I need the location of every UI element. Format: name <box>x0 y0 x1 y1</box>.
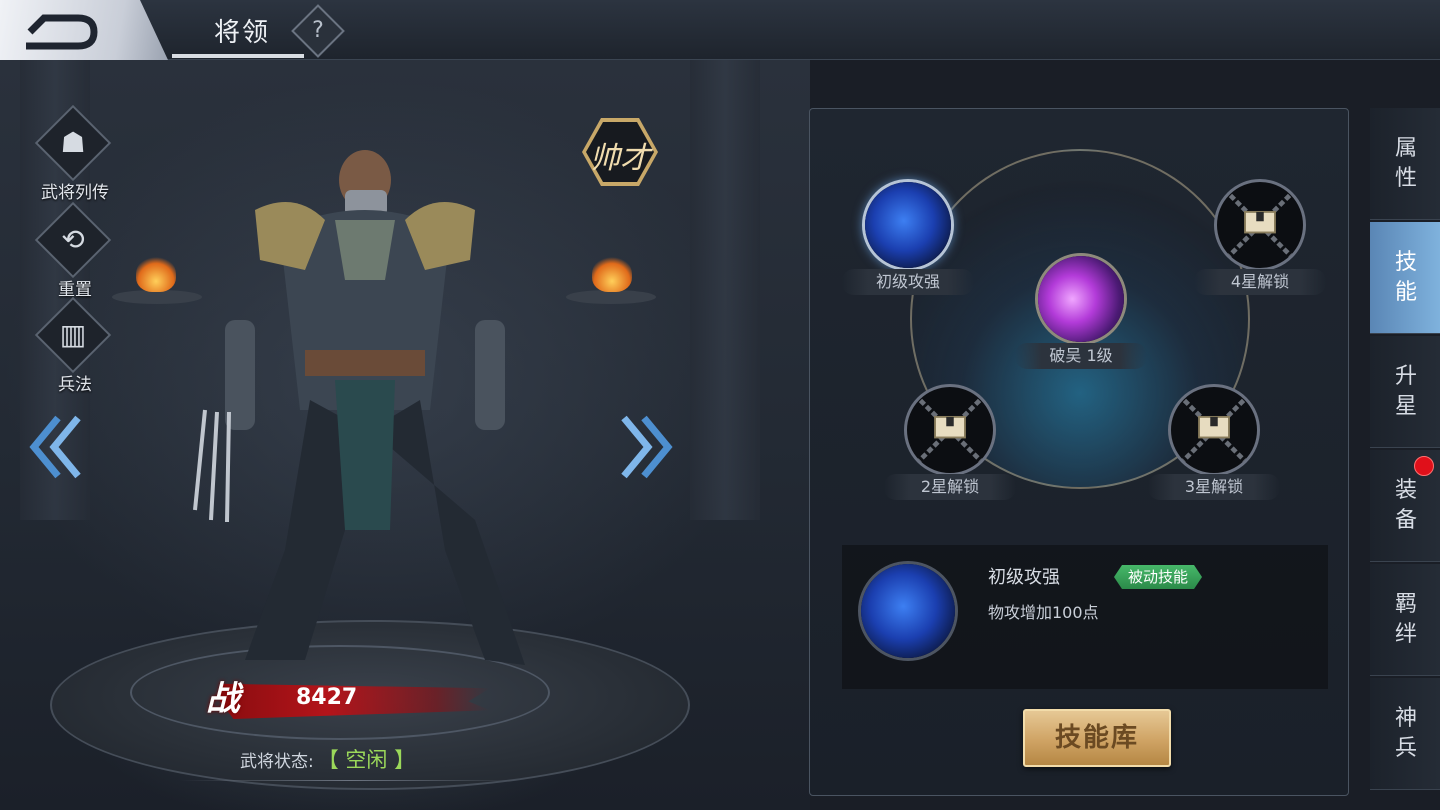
notification-dot <box>1414 456 1434 476</box>
double-chevron-left-icon <box>29 415 81 479</box>
skill-slot-locked-2star[interactable]: 2星解锁 <box>884 384 1016 514</box>
combat-power-value: 8427 <box>296 685 358 710</box>
skill-slot-main[interactable]: 破吴 1级 <box>1015 253 1147 383</box>
back-arrow-icon <box>26 14 98 50</box>
fist-skill-icon <box>865 182 951 268</box>
tab-attributes[interactable]: 属性 <box>1370 108 1440 220</box>
hero-biography-label: 武将列传 <box>41 183 109 203</box>
talent-badge[interactable]: 帅才 <box>582 118 658 186</box>
tab-label: 属性 <box>1394 136 1417 191</box>
background-pillar <box>690 60 760 520</box>
skill-name: 破吴 1级 <box>1015 343 1147 369</box>
back-button[interactable] <box>0 0 168 60</box>
tab-skills[interactable]: 技能 <box>1370 222 1440 334</box>
question-icon: ? <box>312 18 324 43</box>
double-chevron-right-icon <box>621 415 673 479</box>
skill-slot-locked-4star[interactable]: 4星解锁 <box>1194 179 1326 309</box>
hero-status-label: 武将状态: <box>240 752 314 772</box>
skill-detail-description: 物攻增加100点 <box>988 603 1099 622</box>
skill-detail-title: 初级攻强 <box>988 567 1060 588</box>
skill-name: 4星解锁 <box>1194 269 1326 295</box>
brazier-flame <box>136 256 176 292</box>
skill-panel: 初级攻强 破吴 1级 4星解锁 2星解锁 3星解锁 初级攻强 被动技能 物攻增加… <box>809 108 1349 796</box>
tab-equipment[interactable]: 装备 <box>1370 450 1440 562</box>
reset-icon: ⟲ <box>61 223 85 256</box>
chain-lock-icon <box>912 392 988 468</box>
skill-library-button[interactable]: 技能库 <box>1023 709 1171 767</box>
combat-power-icon: 战 <box>206 679 240 719</box>
scroll-book-icon: ▥ <box>59 318 87 351</box>
brazier-flame <box>592 256 632 292</box>
skill-library-label: 技能库 <box>1054 723 1139 753</box>
tab-generals[interactable]: 将领 <box>172 0 304 60</box>
tab-label: 装备 <box>1394 478 1417 533</box>
combat-power: 战 8427 <box>200 665 500 727</box>
talent-badge-text: 帅才 <box>590 141 650 176</box>
tab-label: 羁绊 <box>1394 592 1417 647</box>
hero-tabs: 属性 技能 升星 装备 羁绊 神兵 <box>1370 108 1440 796</box>
helmet-icon: ☗ <box>60 126 86 159</box>
tab-label: 神兵 <box>1394 706 1417 761</box>
skill-name: 2星解锁 <box>884 474 1016 500</box>
tactics-label: 兵法 <box>58 375 92 395</box>
skill-name: 初级攻强 <box>842 269 974 295</box>
tab-label: 技能 <box>1394 250 1417 305</box>
title-underline <box>172 54 304 58</box>
divider <box>180 780 520 781</box>
chain-lock-icon <box>1222 187 1298 263</box>
tactics-button[interactable]: ▥ 兵法 <box>34 296 116 398</box>
reset-label: 重置 <box>58 280 92 300</box>
hero-status-value: 【 空闲 】 <box>317 748 416 772</box>
skill-slot-primary-attack[interactable]: 初级攻强 <box>842 179 974 309</box>
tab-label: 升星 <box>1394 364 1417 419</box>
skill-slot-locked-3star[interactable]: 3星解锁 <box>1148 384 1280 514</box>
reset-button[interactable]: ⟲ 重置 <box>34 201 116 303</box>
hero-character-model[interactable] <box>185 150 545 690</box>
previous-hero-button[interactable] <box>28 412 88 482</box>
tab-divine-weapon[interactable]: 神兵 <box>1370 678 1440 790</box>
skill-name: 3星解锁 <box>1148 474 1280 500</box>
purple-slash-skill-icon <box>1038 256 1124 342</box>
hero-biography-button[interactable]: ☗ 武将列传 <box>34 104 116 206</box>
brazier <box>566 290 656 304</box>
tab-bonds[interactable]: 羁绊 <box>1370 564 1440 676</box>
hero-status: 武将状态: 【 空闲 】 <box>180 744 520 781</box>
passive-skill-badge: 被动技能 <box>1114 565 1202 589</box>
tab-star-up[interactable]: 升星 <box>1370 336 1440 448</box>
next-hero-button[interactable] <box>614 412 674 482</box>
skill-detail-card: 初级攻强 被动技能 物攻增加100点 <box>842 545 1328 689</box>
chain-lock-icon <box>1176 392 1252 468</box>
fist-skill-icon <box>861 564 955 658</box>
